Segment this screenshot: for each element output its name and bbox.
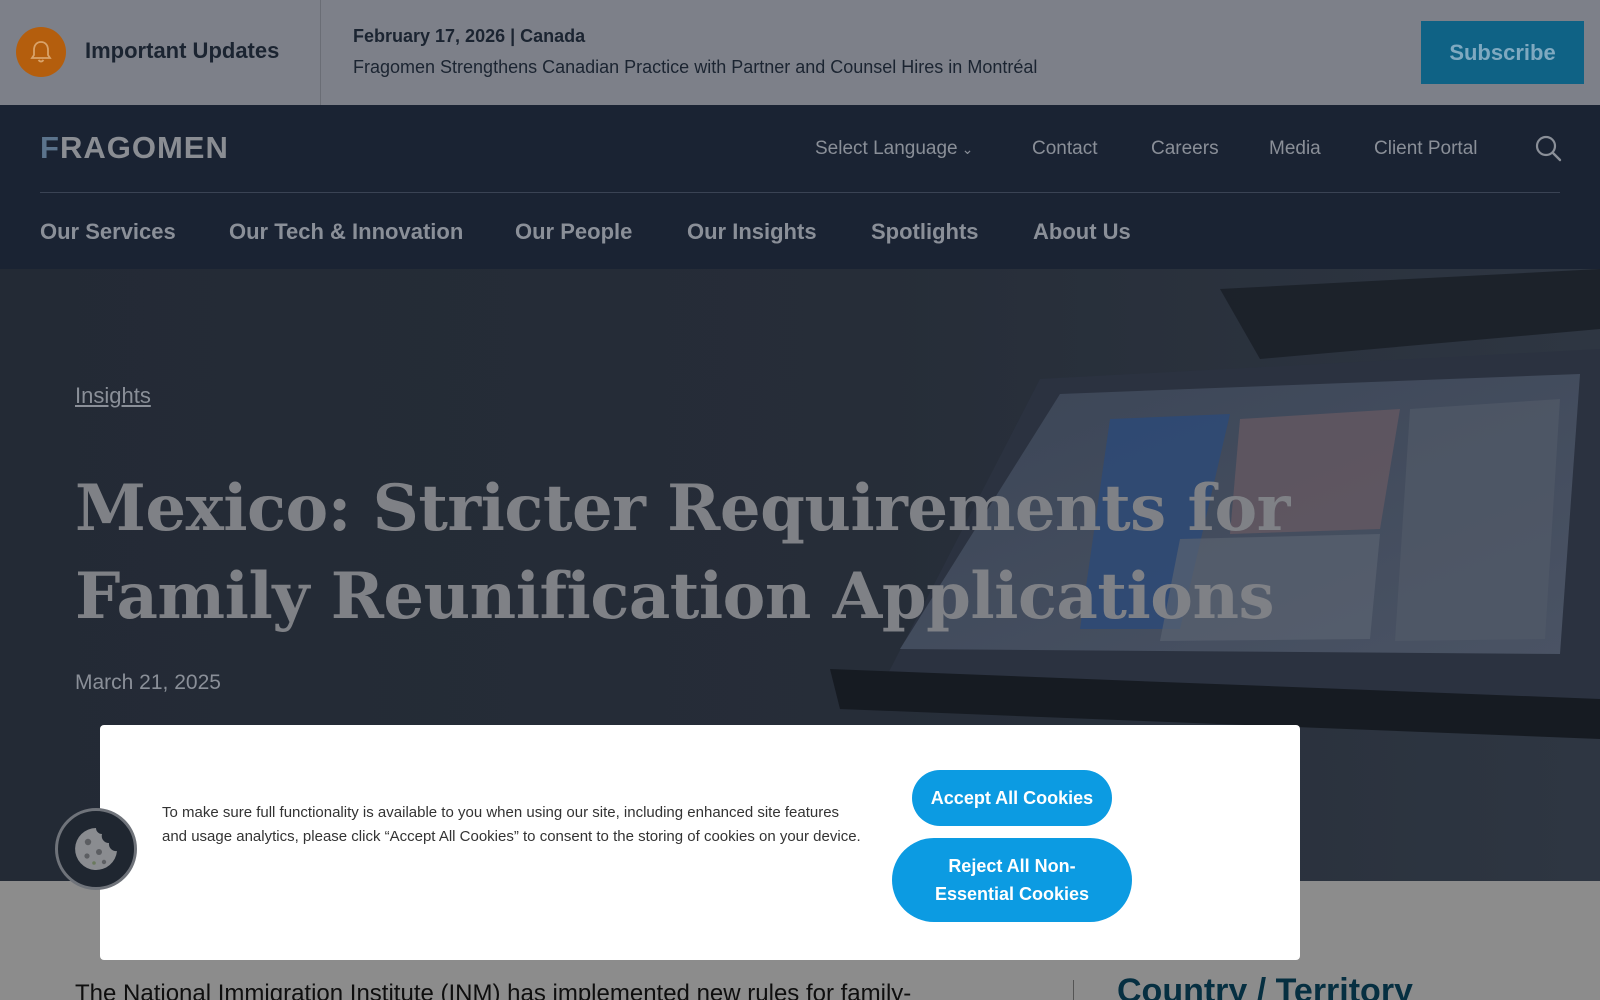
careers-link[interactable]: Careers xyxy=(1151,138,1219,160)
contact-link[interactable]: Contact xyxy=(1032,138,1097,160)
client-portal-link[interactable]: Client Portal xyxy=(1374,138,1478,160)
accept-all-cookies-button[interactable]: Accept All Cookies xyxy=(912,770,1112,826)
divider xyxy=(320,0,321,105)
site-header: FRAGOMEN Select Language ⌄ Contact Career… xyxy=(0,105,1600,269)
news-headline-link[interactable]: Fragomen Strengthens Canadian Practice w… xyxy=(353,57,1037,78)
article-title: Mexico: Stricter Requirements for Family… xyxy=(75,471,1290,634)
media-link[interactable]: Media xyxy=(1269,138,1321,160)
logo-text: FRAGOMEN xyxy=(40,130,229,165)
reject-non-essential-cookies-button[interactable]: Reject All Non-Essential Cookies xyxy=(892,838,1132,922)
language-label: Select Language xyxy=(815,138,958,159)
language-selector[interactable]: Select Language ⌄ xyxy=(815,138,973,160)
nav-spotlights[interactable]: Spotlights xyxy=(871,219,979,245)
subscribe-button[interactable]: Subscribe xyxy=(1421,21,1584,84)
fragomen-logo[interactable]: FRAGOMEN xyxy=(40,130,229,166)
article-date: March 21, 2025 xyxy=(75,671,221,694)
nav-our-insights[interactable]: Our Insights xyxy=(687,219,817,245)
header-divider xyxy=(40,192,1560,193)
bell-icon[interactable] xyxy=(16,27,66,77)
nav-our-services[interactable]: Our Services xyxy=(40,219,176,245)
important-updates-bar: Important Updates February 17, 2026 | Ca… xyxy=(0,0,1600,105)
cookie-message: To make sure full functionality is avail… xyxy=(162,804,861,845)
breadcrumb-insights-link[interactable]: Insights xyxy=(75,383,151,409)
cookie-icon xyxy=(75,828,117,870)
chevron-down-icon: ⌄ xyxy=(961,141,974,157)
search-icon[interactable] xyxy=(1533,133,1563,163)
nav-our-people[interactable]: Our People xyxy=(515,219,632,245)
news-date: February 17, 2026 | Canada xyxy=(353,26,586,46)
updates-title: Important Updates xyxy=(85,38,280,63)
cookie-consent-banner: To make sure full functionality is avail… xyxy=(100,725,1300,960)
nav-our-tech-innovation[interactable]: Our Tech & Innovation xyxy=(229,219,463,245)
nav-about-us[interactable]: About Us xyxy=(1033,219,1131,245)
cookie-settings-button[interactable] xyxy=(55,808,137,890)
